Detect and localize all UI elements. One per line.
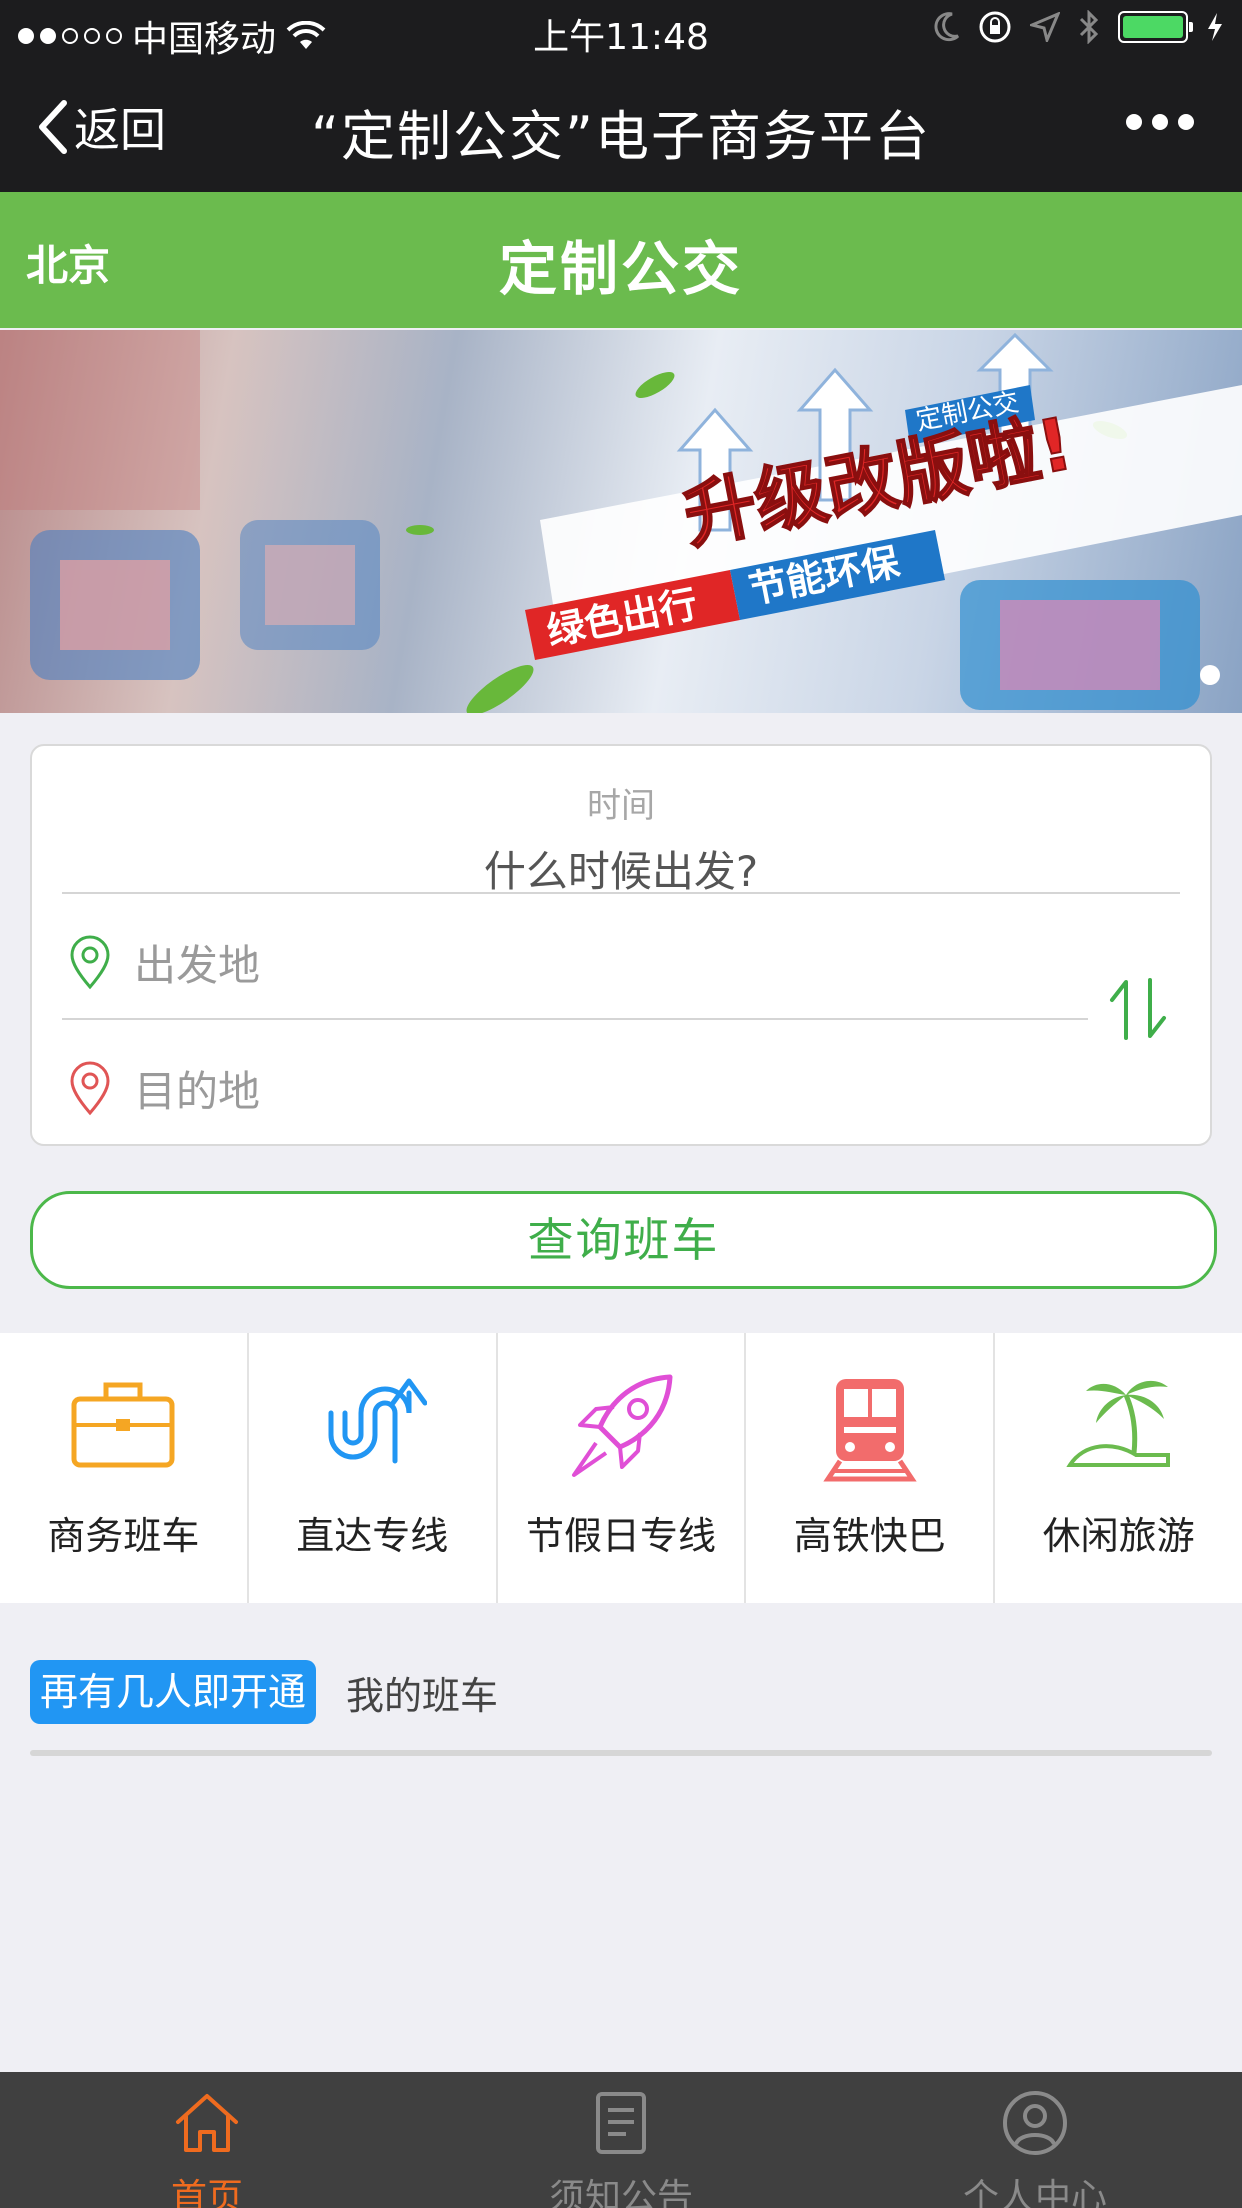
query-button[interactable]: 查询班车 — [30, 1191, 1217, 1289]
search-card: 时间 什么时候出发? 出发地 目的地 — [30, 744, 1212, 1146]
app-header: 北京 定制公交 — [0, 192, 1242, 328]
location-pin-red-icon — [70, 1061, 110, 1115]
category-label: 直达专线 — [296, 1514, 449, 1558]
category-leisure-travel[interactable]: 休闲旅游 — [995, 1333, 1242, 1603]
tab-my-shuttles[interactable]: 我的班车 — [346, 1665, 498, 1720]
nav-bar: 返回 “定制公交”电子商务平台 — [0, 64, 1242, 192]
home-icon — [176, 2094, 238, 2152]
tabbar-label: 个人中心 — [962, 2177, 1107, 2208]
bluetooth-icon — [1079, 10, 1099, 44]
train-icon — [823, 1379, 917, 1482]
destination-field[interactable]: 目的地 — [68, 1058, 260, 1119]
time-picker[interactable]: 什么时候出发? — [32, 838, 1210, 899]
carousel-indicator[interactable] — [1200, 665, 1220, 685]
tab-pending-routes[interactable]: 再有几人即开通 — [30, 1660, 317, 1724]
more-button[interactable] — [1126, 114, 1194, 130]
category-holiday-line[interactable]: 节假日专线 — [498, 1333, 747, 1603]
tabbar-label: 须知公告 — [548, 2177, 693, 2208]
promo-banner[interactable]: 定制公交 升级改版啦! 绿色出行 节能环保 — [0, 330, 1242, 713]
moon-icon — [934, 12, 960, 42]
banner-art: 定制公交 升级改版啦! 绿色出行 节能环保 — [0, 330, 1242, 713]
tabbar-home[interactable]: 首页 — [0, 2072, 414, 2208]
time-label: 时间 — [587, 786, 655, 826]
category-rail-bus[interactable]: 高铁快巴 — [746, 1333, 996, 1603]
palm-island-icon — [1065, 1380, 1170, 1467]
briefcase-icon — [71, 1382, 175, 1468]
swap-arrows-icon[interactable] — [1108, 978, 1168, 1040]
origin-field[interactable]: 出发地 — [68, 932, 260, 993]
u-turn-arrow-icon — [328, 1378, 428, 1464]
tabbar-profile[interactable]: 个人中心 — [828, 2072, 1242, 2208]
page-title: “定制公交”电子商务平台 — [311, 105, 931, 168]
category-label: 休闲旅游 — [1042, 1514, 1195, 1558]
header-title: 定制公交 — [498, 235, 743, 303]
category-grid: 商务班车 直达专线 节假日专线 高铁快巴 休闲旅游 — [0, 1333, 1242, 1603]
status-right — [934, 10, 1224, 44]
charging-icon — [1208, 13, 1222, 41]
category-business-shuttle[interactable]: 商务班车 — [0, 1333, 249, 1603]
user-icon — [1003, 2091, 1067, 2155]
route-tabs: 再有几人即开通 我的班车 — [30, 1660, 498, 1724]
status-bar: 中国移动 上午11:48 — [0, 0, 1242, 64]
origin-placeholder: 出发地 — [134, 941, 261, 990]
divider — [62, 1018, 1088, 1020]
location-pin-green-icon — [70, 935, 110, 989]
rocket-icon — [571, 1374, 673, 1477]
rotation-lock-icon — [979, 11, 1011, 43]
divider — [62, 892, 1180, 894]
category-direct-line[interactable]: 直达专线 — [249, 1333, 498, 1603]
tabbar-label: 首页 — [170, 2177, 243, 2208]
tabs-divider — [30, 1750, 1212, 1756]
category-label: 商务班车 — [47, 1514, 200, 1558]
notice-icon — [596, 2092, 646, 2154]
category-label: 节假日专线 — [525, 1514, 716, 1558]
location-icon — [1030, 12, 1060, 42]
bottom-tab-bar: 首页 须知公告 个人中心 — [0, 2072, 1242, 2208]
destination-placeholder: 目的地 — [134, 1067, 261, 1116]
category-label: 高铁快巴 — [793, 1514, 946, 1558]
tabbar-notice[interactable]: 须知公告 — [414, 2072, 828, 2208]
battery-icon — [1118, 11, 1193, 43]
